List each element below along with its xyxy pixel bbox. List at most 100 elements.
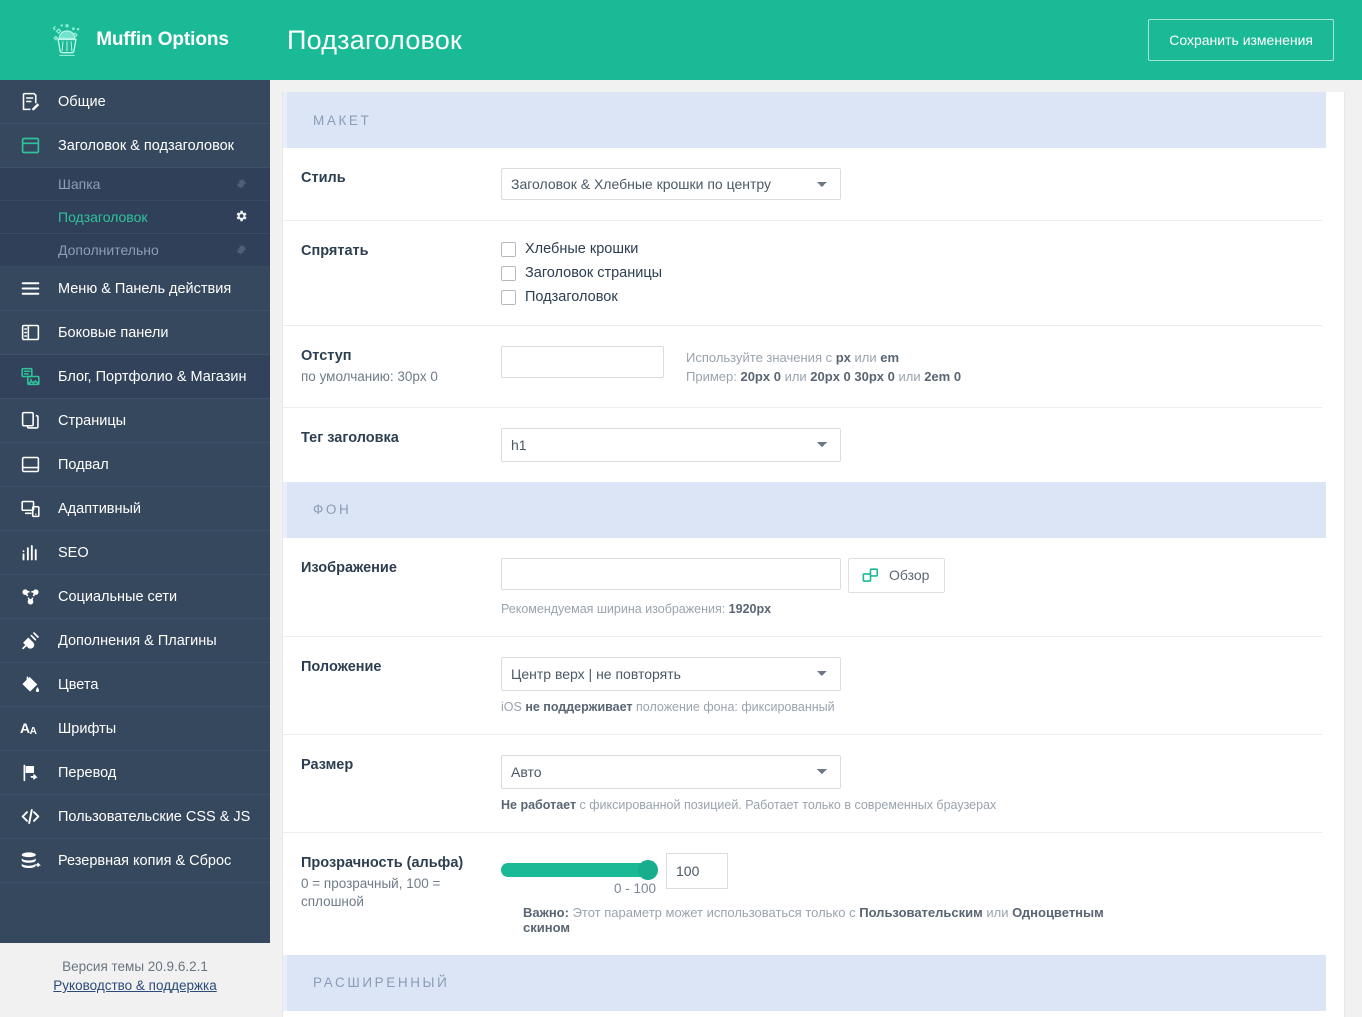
checkbox-icon[interactable] xyxy=(501,290,516,305)
alpha-slider-fill xyxy=(501,863,656,877)
label-sub-text: по умолчанию: 30px 0 xyxy=(301,368,501,386)
position-select[interactable]: Центр верх | не повторять xyxy=(501,657,841,691)
gear-icon xyxy=(235,177,248,192)
field-row-style: Стиль Заголовок & Хлебные крошки по цент… xyxy=(283,148,1322,221)
sidebar-footer: Версия тем​ы 20.9.6.2.1 Руководство & по… xyxy=(0,943,270,1017)
sidebar-item-label: Пользовательские CSS & JS xyxy=(58,809,250,825)
sidebar-item-bokovye-paneli[interactable]: Боковые панели xyxy=(0,311,270,355)
sidebar-item-dopolneniya-plaginy[interactable]: Дополнения & Плагины xyxy=(0,619,270,663)
checkbox-icon[interactable] xyxy=(501,266,516,281)
svg-text:A: A xyxy=(30,726,37,737)
menu-bars-icon xyxy=(20,276,46,302)
size-select[interactable]: Авто xyxy=(501,755,841,789)
sidebar-item-blog-portfolio-magazin[interactable]: Блог, Портфолио & Магазин xyxy=(0,355,270,399)
sidebar-item-seo[interactable]: SEO xyxy=(0,531,270,575)
sidebar-item-rezervnaya-kopiya-sbros[interactable]: Резервная копия & Сброс xyxy=(0,839,270,883)
heading-tag-select[interactable]: h1 xyxy=(501,428,841,462)
sidebar-item-perevod[interactable]: Перевод xyxy=(0,751,270,795)
field-row-settings: Настройки Хлебные крошки | Последний эле… xyxy=(283,1011,1322,1017)
sidebar-subitem-shapka[interactable]: Шапка xyxy=(0,168,270,201)
document-edit-icon xyxy=(20,89,46,115)
hint-part: положение фона: фиксированный xyxy=(633,700,835,714)
section-title: МАКЕТ xyxy=(313,113,371,128)
hint-part: или xyxy=(851,350,880,365)
sidebar-item-obshchie[interactable]: Общие xyxy=(0,80,270,124)
hint-part: или xyxy=(895,369,924,384)
position-hint: iOS не поддерживает положение фона: фикс… xyxy=(501,700,1322,714)
hint-part: Пользовательским xyxy=(859,905,983,920)
sidebar-item-zagolovok-podzagolovok[interactable]: Заголовок & подзаголовок xyxy=(0,124,270,168)
social-share-icon xyxy=(20,584,46,610)
media-squares-icon xyxy=(861,566,880,585)
checkbox-row[interactable]: Подзаголовок xyxy=(501,289,1322,305)
field-label-image: Изображение xyxy=(283,558,501,616)
image-input[interactable] xyxy=(501,558,841,590)
field-control-heading-tag: h1 xyxy=(501,428,1322,462)
field-label-size: Размер xyxy=(283,755,501,812)
label-text: Отступ xyxy=(301,348,501,364)
content-scroll-area[interactable]: МАКЕТ Стиль Заголовок & Хлебные крошки п… xyxy=(270,80,1362,1017)
image-hint: Рекомендуемая ширина изображения: 1920px xyxy=(501,602,1322,616)
browse-button[interactable]: Обзор xyxy=(848,558,945,593)
scrollbar-rail[interactable] xyxy=(1345,80,1362,1017)
padding-input[interactable] xyxy=(501,346,664,378)
hint-part: или xyxy=(983,905,1012,920)
field-label-alpha: Прозрачность (альфа) 0 = прозрачный, 100… xyxy=(283,853,501,935)
alpha-slider[interactable] xyxy=(501,863,656,877)
alpha-value-input[interactable] xyxy=(666,853,728,889)
field-row-alpha: Прозрачность (альфа) 0 = прозрачный, 100… xyxy=(283,833,1322,955)
sidebar-item-podval[interactable]: Подвал xyxy=(0,443,270,487)
plug-icon xyxy=(20,628,46,654)
sidebar-subitem-podzagolovok[interactable]: Подзаголовок xyxy=(0,201,270,234)
sidebar-subitem-dopolnitelno[interactable]: Дополнительно xyxy=(0,234,270,267)
code-icon xyxy=(20,804,46,830)
checkbox-row[interactable]: Заголовок страницы xyxy=(501,265,1322,281)
section-header-background: ФОН xyxy=(283,482,1326,538)
sidebar-item-label: Социальные сети xyxy=(58,589,177,605)
style-select[interactable]: Заголовок & Хлебные крошки по центру xyxy=(501,168,841,200)
hint-part: Используйте значения с xyxy=(686,350,836,365)
checkbox-icon[interactable] xyxy=(501,242,516,257)
hint-part: не поддерживает xyxy=(525,700,632,714)
sidebar-item-label: Цвета xyxy=(58,677,98,693)
sidebar-item-shrifty[interactable]: A A Шрифты xyxy=(0,707,270,751)
sidebar-item-menyu-panel-deystviya[interactable]: Меню & Панель действия xyxy=(0,267,270,311)
padding-hint-line-2: Пример: 20px 0 или 20px 0 30px 0 или 2em… xyxy=(686,368,961,387)
pages-copy-icon xyxy=(20,408,46,434)
field-label-style: Стиль xyxy=(283,168,501,200)
sidebar-item-label: Меню & Панель действия xyxy=(58,281,231,297)
hint-part: или xyxy=(781,369,810,384)
section-title: ФОН xyxy=(313,502,351,517)
sidebar-item-label: Общие xyxy=(58,94,106,110)
responsive-icon xyxy=(20,496,46,522)
browse-button-label: Обзор xyxy=(889,567,929,583)
size-hint: Не работает с фиксированной позицией. Ра… xyxy=(501,798,1322,812)
sidebar-item-label: Резервная копия & Сброс xyxy=(58,853,231,869)
support-link[interactable]: Руководство & поддержка xyxy=(53,978,216,993)
hint-part: px xyxy=(836,350,851,365)
label-sub-text: 0 = прозрачный, 100 = сплошной xyxy=(301,875,501,911)
font-icon: A A xyxy=(20,716,46,742)
label-text: Тег заголовка xyxy=(301,430,501,446)
sidebar-item-tsveta[interactable]: Цвета xyxy=(0,663,270,707)
alpha-range-label: 0 - 100 xyxy=(501,881,656,896)
checkbox-row[interactable]: Хлебные крошки xyxy=(501,241,1322,257)
field-label-padding: Отступ по умолчанию: 30px 0 xyxy=(283,346,501,387)
hint-part: Не работает xyxy=(501,798,576,812)
sidebar-item-label: SEO xyxy=(58,545,89,561)
hint-part: 20px 0 30px 0 xyxy=(810,369,895,384)
brand-name: Muffin Options xyxy=(96,29,229,51)
sidebar-item-sotsialnye-seti[interactable]: Социальные сети xyxy=(0,575,270,619)
alpha-slider-handle[interactable] xyxy=(638,860,658,880)
field-row-position: Положение Центр верх | не повторять iOS … xyxy=(283,637,1322,735)
header-layout-icon xyxy=(20,133,46,159)
sidebar-item-polzovatelskie-css-js[interactable]: Пользовательские CSS & JS xyxy=(0,795,270,839)
field-label-hide: Спрятать xyxy=(283,241,501,305)
sidebar-item-stranitsy[interactable]: Страницы xyxy=(0,399,270,443)
field-row-size: Размер Авто Не работает с фиксированной … xyxy=(283,735,1322,833)
seo-bars-icon xyxy=(20,540,46,566)
sidebar-item-adaptivnyy[interactable]: Адаптивный xyxy=(0,487,270,531)
label-text: Стиль xyxy=(301,170,501,186)
save-button[interactable]: Сохранить изменения xyxy=(1148,19,1334,61)
label-text: Прозрачность (альфа) xyxy=(301,855,501,871)
